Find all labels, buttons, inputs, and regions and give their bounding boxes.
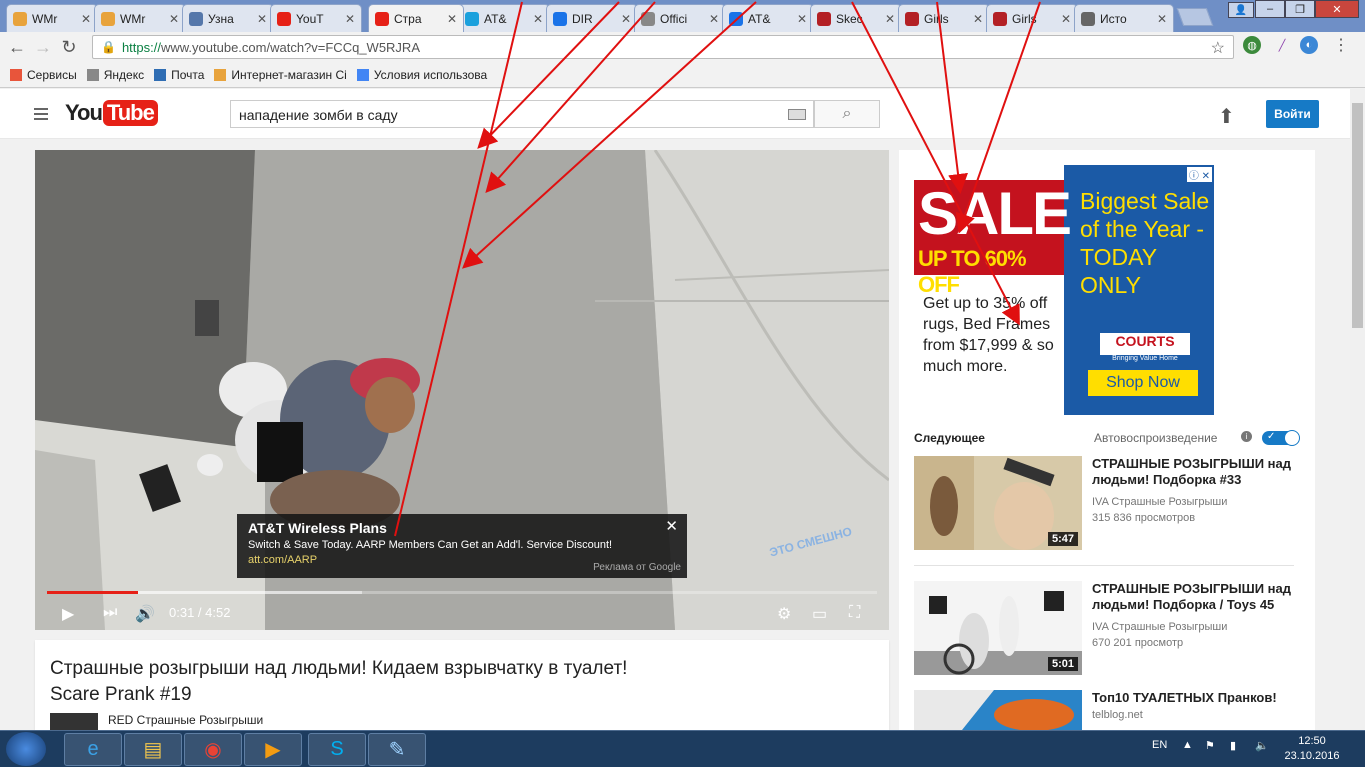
chrome-icon[interactable]: ◉ [184,733,242,766]
media-icon[interactable]: ▶ [244,733,302,766]
tab-close-icon[interactable]: ✕ [447,12,457,26]
clock[interactable]: 12:50 23.10.2016 [1282,734,1342,764]
language-indicator[interactable]: EN [1152,739,1167,751]
annotation-arrows [394,1,1041,537]
tray-arrow-icon[interactable]: ▲ [1182,739,1193,751]
start-button[interactable] [6,732,46,766]
tab-label: Стра [394,11,422,26]
clock-date: 23.10.2016 [1284,750,1340,762]
ie-icon[interactable]: e [64,733,122,766]
clock-time: 12:50 [1298,735,1326,747]
speaker-icon[interactable]: 🔈 [1255,739,1269,752]
tab-4[interactable]: Стра ✕ [368,4,464,32]
notepad-icon[interactable]: ✎ [368,733,426,766]
windows-taskbar: e ▤ ◉ ▶ S ✎ EN ▲ ⚑ ▮ 🔈 12:50 23.10.2016 [0,730,1365,767]
flag-icon[interactable]: ⚑ [1205,739,1215,752]
battery-icon[interactable]: ▮ [1230,739,1236,752]
explorer-icon[interactable]: ▤ [124,733,182,766]
skype-icon[interactable]: S [308,733,366,766]
youtube-icon [375,11,389,26]
